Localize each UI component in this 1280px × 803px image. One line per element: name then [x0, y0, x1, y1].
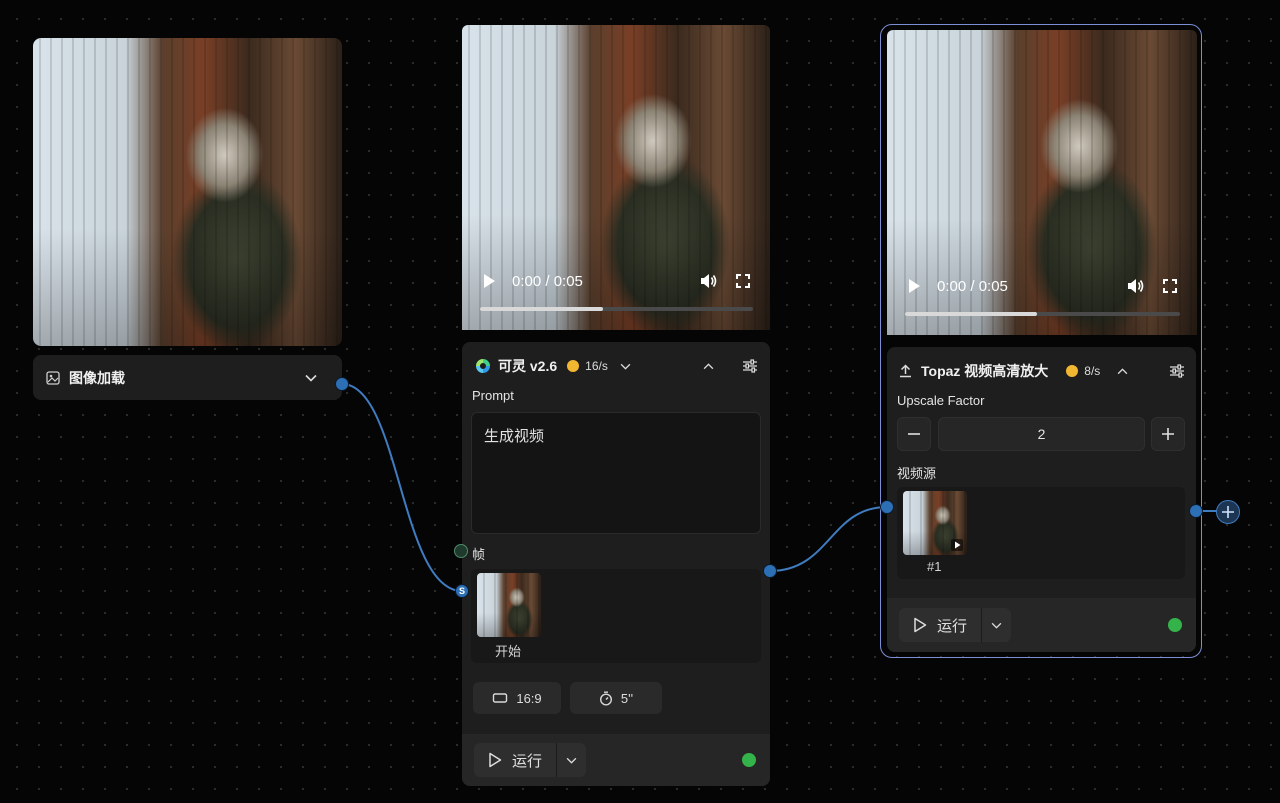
model-dropdown-chevron-icon[interactable]: [618, 358, 634, 374]
kling-run-options-chevron-icon[interactable]: [557, 743, 585, 777]
add-node-button[interactable]: [1216, 500, 1240, 524]
video-source-thumbnail[interactable]: [903, 491, 967, 555]
fullscreen-icon[interactable]: [1161, 277, 1179, 295]
kling-video-controls: 0:00 / 0:05: [462, 270, 770, 292]
stopwatch-icon: [599, 691, 613, 706]
topaz-video-progress-fill: [905, 312, 1037, 316]
kling-node: 可灵 v2.6 16/s Prompt 生成视频 帧 开始 16:9 5'' 运…: [462, 342, 770, 786]
plus-icon: [1222, 506, 1234, 518]
aspect-ratio-button[interactable]: 16:9: [473, 682, 561, 714]
topaz-output-port[interactable]: [1189, 504, 1203, 518]
play-outline-icon: [913, 617, 927, 633]
kling-run-button[interactable]: 运行: [474, 743, 558, 777]
decrement-button[interactable]: [897, 417, 931, 451]
topaz-status-indicator: [1168, 618, 1182, 632]
kling-model-name: 可灵 v2.6: [498, 358, 558, 374]
kling-video-progress-fill: [480, 307, 603, 311]
image-output-port[interactable]: [335, 377, 349, 391]
settings-sliders-icon[interactable]: [742, 358, 758, 374]
minus-icon: [908, 433, 920, 435]
settings-sliders-icon[interactable]: [1169, 363, 1185, 379]
wire-image-to-frame: [341, 383, 463, 592]
prompt-label: Prompt: [472, 388, 514, 403]
cost-dot-icon: [1066, 365, 1079, 377]
collapse-chevron-up-icon[interactable]: [700, 358, 716, 374]
play-outline-icon: [488, 752, 502, 768]
video-source-label: 视频源: [897, 466, 937, 481]
volume-icon[interactable]: [700, 272, 718, 290]
topaz-run-label: 运行: [937, 617, 968, 635]
image-load-node-header[interactable]: 图像加载: [33, 355, 342, 400]
plus-icon: [1162, 428, 1174, 440]
increment-button[interactable]: [1151, 417, 1185, 451]
topaz-video-controls: 0:00 / 0:05: [887, 275, 1197, 297]
topaz-run-button-group: 运行: [899, 608, 1011, 642]
aspect-ratio-value: 16:9: [516, 690, 542, 706]
image-load-node-title: 图像加载: [69, 369, 125, 386]
video-source-item-label: #1: [927, 559, 942, 574]
play-badge-icon: [951, 539, 963, 551]
prompt-textarea[interactable]: 生成视频: [471, 412, 761, 534]
duration-value: 5'': [620, 690, 634, 706]
kling-video-time: 0:00 / 0:05: [512, 272, 583, 290]
kling-node-header: 可灵 v2.6 16/s: [474, 356, 758, 376]
upscale-factor-label: Upscale Factor: [897, 393, 985, 408]
frame-label: 帧: [472, 547, 486, 562]
collapse-chevron-up-icon[interactable]: [1114, 363, 1130, 379]
image-icon: [45, 370, 61, 386]
upscale-factor-input[interactable]: 2: [938, 417, 1145, 451]
kling-run-button-group: 运行: [474, 743, 586, 777]
wire-kling-to-topaz: [769, 506, 888, 572]
duration-button[interactable]: 5'': [570, 682, 662, 714]
kling-rate: 16/s: [585, 359, 608, 373]
fullscreen-icon[interactable]: [734, 272, 752, 290]
loaded-image-preview: [33, 38, 342, 346]
start-frame-input-port[interactable]: S: [455, 584, 469, 598]
video-source-area[interactable]: #1: [897, 487, 1185, 579]
topaz-video-progress[interactable]: [905, 312, 1180, 316]
kling-logo-icon: [474, 357, 492, 375]
volume-icon[interactable]: [1127, 277, 1145, 295]
kling-output-port[interactable]: [763, 564, 777, 578]
topaz-node-header: Topaz 视频高清放大 8/s: [897, 361, 1185, 381]
cost-dot-icon: [567, 360, 580, 372]
kling-run-label: 运行: [512, 752, 543, 770]
kling-video-progress[interactable]: [480, 307, 753, 311]
topaz-video-time: 0:00 / 0:05: [937, 277, 1008, 295]
topaz-video-input-port[interactable]: [880, 500, 894, 514]
kling-status-indicator: [742, 753, 756, 767]
frame-input-port[interactable]: [454, 544, 468, 558]
upload-icon: [897, 363, 913, 379]
topaz-node: Topaz 视频高清放大 8/s Upscale Factor 2 视频源 #1: [887, 347, 1196, 652]
aspect-ratio-icon: [492, 692, 508, 704]
topaz-title: Topaz 视频高清放大: [921, 363, 1049, 379]
play-icon[interactable]: [905, 277, 923, 295]
chevron-down-icon[interactable]: [302, 369, 320, 387]
start-frame-thumbnail[interactable]: [477, 573, 541, 637]
frame-slot-area[interactable]: 开始: [471, 569, 761, 663]
start-frame-label: 开始: [495, 644, 522, 659]
topaz-run-options-chevron-icon[interactable]: [982, 608, 1010, 642]
play-icon[interactable]: [480, 272, 498, 290]
topaz-run-button[interactable]: 运行: [899, 608, 983, 642]
topaz-rate: 8/s: [1084, 364, 1101, 378]
